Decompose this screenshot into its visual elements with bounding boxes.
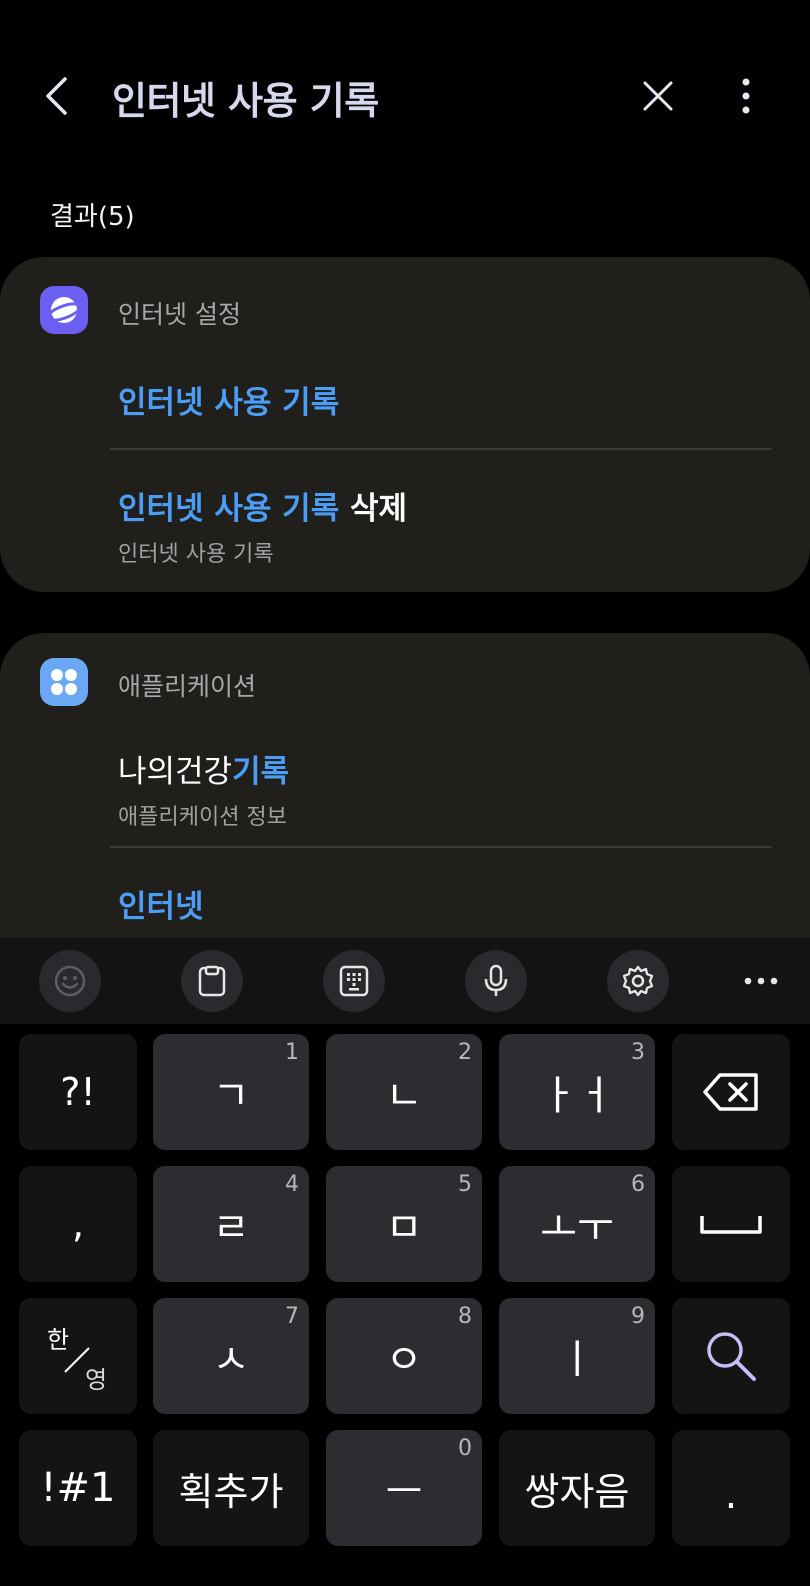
- more-horizontal-icon: [744, 977, 778, 985]
- key-label: ?!: [60, 1070, 96, 1114]
- key-i[interactable]: 9ㅣ: [499, 1298, 655, 1414]
- key-number: 2: [458, 1040, 472, 1065]
- key-eu[interactable]: 0ㅡ: [326, 1430, 482, 1546]
- key-label: ㅇ: [385, 1337, 423, 1383]
- key-label: ㄹ: [212, 1205, 250, 1251]
- key-symbols[interactable]: ?!: [19, 1034, 137, 1150]
- key-number: 3: [631, 1040, 645, 1065]
- key-label: 획추가: [178, 1469, 284, 1514]
- key-label: ㅣ: [558, 1337, 596, 1383]
- apps-icon: [40, 658, 88, 706]
- mic-icon: [484, 964, 508, 996]
- key-label: ㅡ: [385, 1469, 423, 1515]
- key-number: 5: [458, 1172, 472, 1197]
- item-subtitle: 애플리케이션 정보: [118, 805, 287, 830]
- key-number: 8: [458, 1304, 472, 1329]
- key-language-toggle[interactable]: 한 영: [19, 1298, 137, 1414]
- result-item-my-health-record[interactable]: 나의건강기록 애플리케이션 정보: [118, 746, 289, 831]
- match-highlight: 인터넷 사용 기록: [118, 491, 340, 527]
- chevron-left-icon: [46, 77, 67, 115]
- keyboard-settings-button[interactable]: [607, 950, 669, 1012]
- item-title-rest: 삭제: [339, 491, 408, 527]
- key-space[interactable]: [672, 1166, 790, 1282]
- match-highlight: 인터넷: [118, 889, 204, 925]
- section-card-internet-settings: 인터넷 설정 인터넷 사용 기록 인터넷 사용 기록 삭제 인터넷 사용 기록: [0, 257, 810, 592]
- key-label-english: 영: [85, 1366, 108, 1394]
- section-category-label: 애플리케이션: [118, 672, 257, 701]
- samsung-internet-icon: [40, 286, 88, 334]
- key-label: 쌍자음: [524, 1469, 630, 1514]
- key-label: ㄱ: [212, 1073, 250, 1119]
- key-numbers-symbols[interactable]: !#1: [19, 1430, 137, 1546]
- key-label: ㅁ: [385, 1205, 423, 1251]
- divider: [110, 448, 772, 450]
- emoji-button[interactable]: [39, 950, 101, 1012]
- key-double-consonant[interactable]: 쌍자음: [499, 1430, 655, 1546]
- clipboard-button[interactable]: [181, 950, 243, 1012]
- page-title: 인터넷 사용 기록: [112, 79, 379, 123]
- key-label: !#1: [40, 1465, 116, 1511]
- voice-input-button[interactable]: [465, 950, 527, 1012]
- item-subtitle: 인터넷 사용 기록: [118, 542, 274, 567]
- key-number: 7: [285, 1304, 299, 1329]
- key-o-u[interactable]: 6 ㅗㅜ: [499, 1166, 655, 1282]
- divider: [110, 846, 772, 848]
- key-ieung[interactable]: 8ㅇ: [326, 1298, 482, 1414]
- item-title-prefix: 나의건강: [118, 754, 233, 790]
- key-label: ㄴ: [385, 1073, 423, 1119]
- result-item-delete-history[interactable]: 인터넷 사용 기록 삭제 인터넷 사용 기록: [118, 483, 407, 568]
- result-item-internet-history[interactable]: 인터넷 사용 기록: [118, 377, 339, 422]
- backspace-icon: [703, 1073, 758, 1111]
- key-search[interactable]: [672, 1298, 790, 1414]
- results-count: 결과(5): [50, 202, 135, 232]
- close-button[interactable]: [634, 72, 682, 120]
- key-label: .: [724, 1472, 738, 1518]
- result-item-internet[interactable]: 인터넷: [118, 881, 204, 926]
- section-card-applications: 애플리케이션 나의건강기록 애플리케이션 정보 인터넷: [0, 633, 810, 963]
- key-mieum[interactable]: 5ㅁ: [326, 1166, 482, 1282]
- key-number: 9: [631, 1304, 645, 1329]
- emoji-icon: [54, 965, 86, 997]
- settings-icon: [622, 965, 654, 997]
- key-siot[interactable]: 7ㅅ: [153, 1298, 309, 1414]
- search-icon: [707, 1332, 756, 1381]
- back-button[interactable]: [34, 68, 78, 124]
- clipboard-icon: [198, 965, 226, 997]
- more-vertical-icon: [742, 78, 750, 114]
- section-category-label: 인터넷 설정: [118, 300, 241, 329]
- keyboard: ?! 1ㄱ 2ㄴ 3 ㅏㅓ , 4ㄹ 5ㅁ 6 ㅗㅜ 한 영 7ㅅ 8ㅇ 9ㅣ !#…: [0, 1024, 810, 1586]
- key-comma[interactable]: ,: [19, 1166, 137, 1282]
- key-number: 1: [285, 1040, 299, 1065]
- close-icon: [643, 81, 673, 111]
- key-backspace[interactable]: [672, 1034, 790, 1150]
- key-nieun[interactable]: 2ㄴ: [326, 1034, 482, 1150]
- key-number: 0: [458, 1436, 472, 1461]
- toolbar-more-button[interactable]: [730, 950, 792, 1012]
- more-options-button[interactable]: [722, 72, 770, 120]
- key-label: ,: [71, 1202, 85, 1246]
- keypad-icon: [339, 965, 369, 997]
- app-header: 인터넷 사용 기록: [0, 0, 810, 190]
- keyboard-toolbar: [0, 938, 810, 1024]
- key-add-stroke[interactable]: 획추가: [153, 1430, 309, 1546]
- key-a-eo[interactable]: 3 ㅏㅓ: [499, 1034, 655, 1150]
- key-number: 4: [285, 1172, 299, 1197]
- space-icon: [700, 1216, 762, 1234]
- key-label: ㅅ: [212, 1337, 250, 1383]
- key-period[interactable]: .: [672, 1430, 790, 1546]
- key-giyeok[interactable]: 1ㄱ: [153, 1034, 309, 1150]
- match-highlight: 인터넷 사용 기록: [118, 385, 340, 421]
- key-label: ㅗㅜ: [540, 1205, 614, 1251]
- key-label: ㅏㅓ: [540, 1073, 614, 1119]
- key-number: 6: [631, 1172, 645, 1197]
- match-highlight: 기록: [232, 754, 290, 790]
- key-rieul[interactable]: 4ㄹ: [153, 1166, 309, 1282]
- keypad-button[interactable]: [323, 950, 385, 1012]
